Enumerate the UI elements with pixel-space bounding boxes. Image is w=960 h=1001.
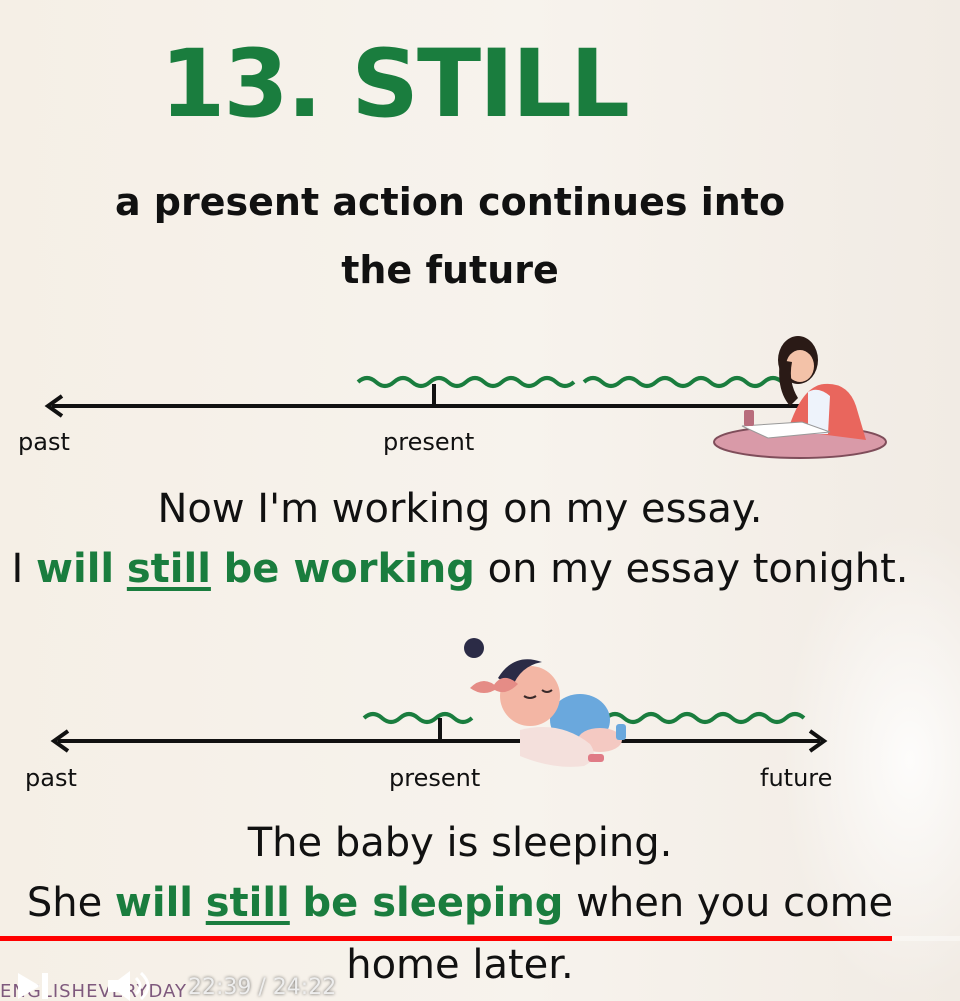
past-label-1: past [18, 428, 70, 456]
example-2-verb: be sleeping [302, 880, 564, 926]
subtitle-line-2: the future [341, 248, 559, 292]
progress-bar-played [0, 936, 892, 941]
player-controls: ENGLISHEVERYDAY 22:39 / 24:22 [0, 945, 960, 1001]
example-2-will: will [114, 880, 194, 926]
video-frame[interactable]: 13. STILL a present action continues int… [0, 0, 960, 1001]
example-1-prefix: I [11, 546, 37, 592]
example-2-line-2: She will still be sleeping when you come [0, 880, 920, 926]
future-label-2: future [760, 764, 833, 792]
slide-title: 13. STILL [160, 30, 630, 139]
past-label-2: past [25, 764, 77, 792]
example-1-line-1: Now I'm working on my essay. [157, 486, 763, 532]
present-label-1: present [383, 428, 475, 456]
example-2-line-1: The baby is sleeping. [247, 820, 673, 866]
subtitle-line-1: a present action continues into [114, 180, 786, 224]
slide-subtitle: a present action continues into the futu… [60, 168, 840, 304]
continuation-wave-1 [356, 376, 784, 388]
volume-icon[interactable] [104, 969, 152, 1001]
timeline-2 [50, 638, 828, 767]
example-2-prefix: She [26, 880, 115, 926]
sleeping-baby-illustration [464, 638, 626, 767]
example-1-suffix: on my essay tonight. [474, 546, 909, 592]
example-1-still: still [126, 546, 211, 592]
time-display: 22:39 / 24:22 [188, 975, 337, 1000]
example-1-will: will [36, 546, 115, 592]
timeline-1 [44, 336, 887, 459]
present-label-2: present [389, 764, 481, 792]
progress-bar[interactable] [0, 936, 960, 941]
example-1-verb: be working [223, 546, 475, 592]
example-1-line-2: I will still be working on my essay toni… [0, 546, 920, 592]
example-2-still: still [205, 880, 290, 926]
woman-studying-illustration [713, 336, 887, 459]
next-icon[interactable] [16, 971, 56, 1001]
example-2-suffix: when you come [563, 880, 894, 926]
